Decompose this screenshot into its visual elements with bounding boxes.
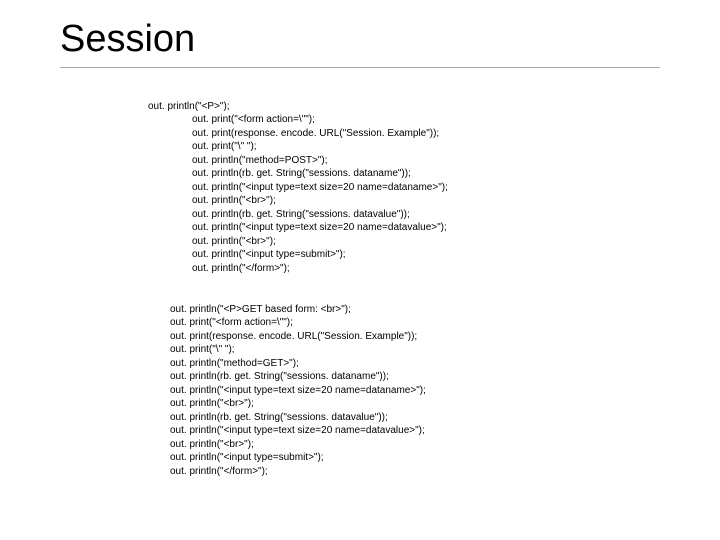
code-line: out. println("<br>");	[104, 195, 276, 206]
code-line: out. println("method=POST>");	[104, 155, 328, 166]
code-line: out. print(response. encode. URL("Sessio…	[104, 331, 417, 342]
code-line: out. print("\" ");	[104, 141, 257, 152]
page-title: Session	[60, 18, 660, 61]
paragraph-gap	[104, 275, 660, 289]
code-line: out. println(rb. get. String("sessions. …	[104, 209, 410, 220]
code-line: out. println(rb. get. String("sessions. …	[104, 412, 388, 423]
code-line: out. print("<form action=\"");	[104, 317, 293, 328]
code-line: out. print("\" ");	[104, 344, 235, 355]
code-line: out. println("<P>");	[104, 101, 230, 112]
code-line: out. print("<form action=\"");	[104, 114, 315, 125]
code-line: out. println("<input type=text size=20 n…	[104, 222, 447, 233]
code-line: out. println("<br>");	[104, 398, 254, 409]
code-line: out. println("method=GET>");	[104, 358, 299, 369]
code-line: out. println("<input type=text size=20 n…	[104, 385, 426, 396]
slide: Session out. println("<P>"); out. print(…	[0, 0, 720, 540]
code-line: out. println("<input type=submit>");	[104, 452, 324, 463]
code-line: out. println("<P>GET based form: <br>");	[104, 304, 351, 315]
code-line: out. println("<input type=text size=20 n…	[104, 182, 448, 193]
code-line: out. println(rb. get. String("sessions. …	[104, 168, 411, 179]
code-line: out. print(response. encode. URL("Sessio…	[104, 128, 439, 139]
code-line: out. println(rb. get. String("sessions. …	[104, 371, 389, 382]
code-line: out. println("<br>");	[104, 236, 276, 247]
code-line: out. println("<input type=submit>");	[104, 249, 346, 260]
code-block: out. println("<P>"); out. print("<form a…	[60, 86, 660, 492]
code-line: out. println("<input type=text size=20 n…	[104, 425, 425, 436]
code-line: out. println("</form>");	[104, 466, 268, 477]
code-line: out. println("<br>");	[104, 439, 254, 450]
code-line: out. println("</form>");	[104, 263, 290, 274]
title-rule	[60, 67, 660, 68]
